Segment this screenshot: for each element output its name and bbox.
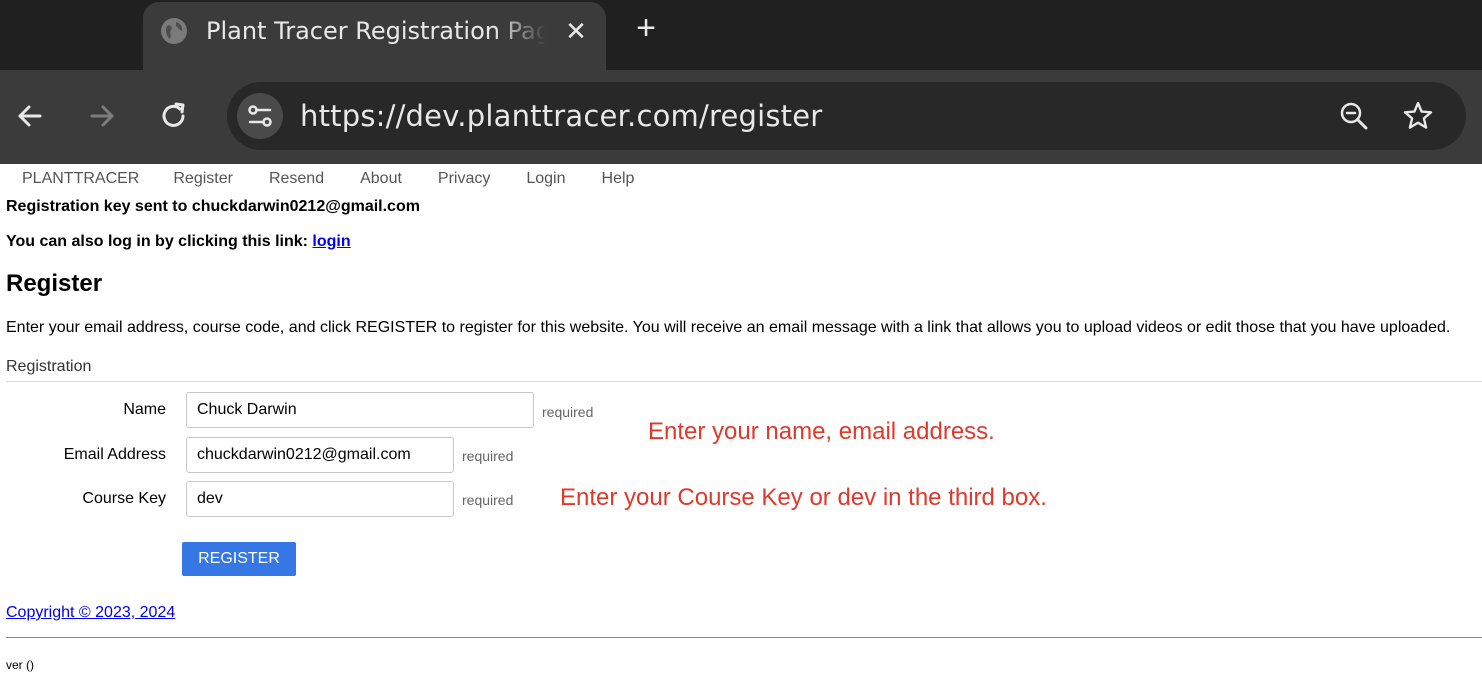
url-text: https://dev.planttracer.com/register <box>300 99 823 133</box>
site-settings-icon[interactable] <box>237 93 283 139</box>
new-tab-icon[interactable]: + <box>628 10 664 46</box>
close-tab-icon[interactable]: ✕ <box>561 16 591 46</box>
browser-tabstrip: Plant Tracer Registration Page ✕ + <box>0 0 1482 70</box>
login-message: You can also log in by clicking this lin… <box>6 233 351 251</box>
nav-item-about[interactable]: About <box>342 170 420 192</box>
name-email-hint: Enter your name, email address. <box>648 418 995 445</box>
nav-item-register[interactable]: Register <box>155 170 251 192</box>
copyright-link[interactable]: Copyright © 2023, 2024 <box>6 604 175 622</box>
name-label: Name <box>123 401 166 418</box>
form-legend: Registration <box>6 358 92 375</box>
tab-title: Plant Tracer Registration Page <box>206 17 546 45</box>
globe-icon <box>161 18 187 44</box>
course-key-required-note: required <box>462 492 514 508</box>
course-key-hint: Enter your Course Key or dev in the thir… <box>560 484 1047 511</box>
email-required-note: required <box>462 448 514 464</box>
registration-sent-message: Registration key sent to chuckdarwin0212… <box>6 198 420 215</box>
back-arrow-icon[interactable] <box>12 98 48 134</box>
version-text: ver () <box>6 658 34 672</box>
page-title: Register <box>6 270 103 297</box>
forward-arrow-icon[interactable] <box>84 98 120 134</box>
email-input[interactable] <box>186 437 454 473</box>
course-key-label: Course Key <box>82 490 166 507</box>
register-button[interactable]: REGISTER <box>182 542 296 576</box>
course-key-input[interactable] <box>186 481 454 517</box>
footer-divider <box>6 637 1482 638</box>
browser-tab[interactable]: Plant Tracer Registration Page ✕ <box>143 2 606 70</box>
reload-icon[interactable] <box>156 98 192 134</box>
login-link[interactable]: login <box>312 233 350 250</box>
divider <box>6 381 1482 382</box>
nav-brand[interactable]: PLANTTRACER <box>6 170 155 192</box>
zoom-icon[interactable] <box>1337 99 1371 133</box>
address-bar[interactable]: https://dev.planttracer.com/register <box>227 82 1466 150</box>
top-nav: PLANTTRACER Register Resend About Privac… <box>6 170 652 192</box>
name-input[interactable] <box>186 392 534 428</box>
nav-item-privacy[interactable]: Privacy <box>420 170 508 192</box>
nav-item-login[interactable]: Login <box>508 170 583 192</box>
bookmark-star-icon[interactable] <box>1401 99 1435 133</box>
nav-item-help[interactable]: Help <box>584 170 653 192</box>
nav-item-resend[interactable]: Resend <box>251 170 342 192</box>
email-label: Email Address <box>63 446 166 463</box>
browser-toolbar: https://dev.planttracer.com/register <box>0 70 1482 164</box>
login-message-text: You can also log in by clicking this lin… <box>6 233 313 250</box>
intro-text: Enter your email address, course code, a… <box>6 319 1451 336</box>
web-page: PLANTTRACER Register Resend About Privac… <box>0 164 1482 696</box>
name-required-note: required <box>542 404 594 420</box>
